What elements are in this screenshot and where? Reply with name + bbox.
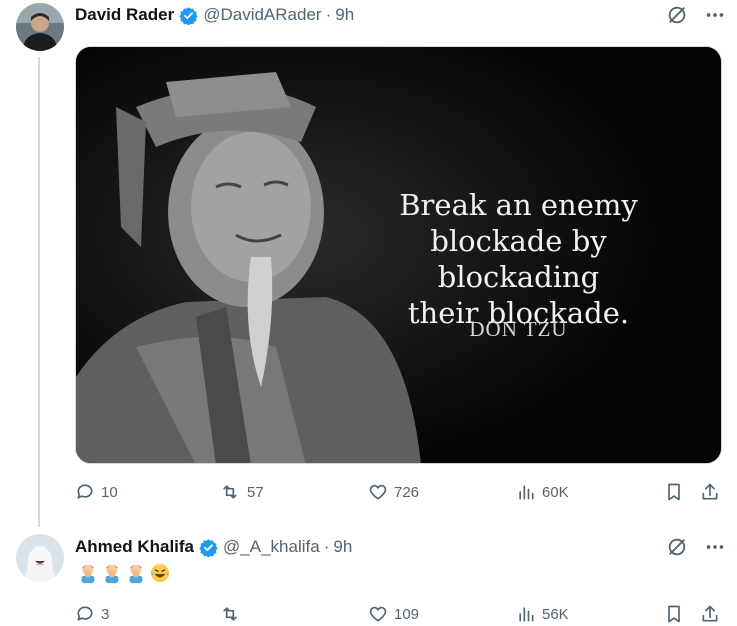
views-icon [519,607,534,622]
reply-button[interactable]: 3 [75,604,109,624]
more-icon[interactable] [704,4,726,26]
facepalm-emoji [129,564,143,584]
timestamp[interactable]: 9h [335,5,354,25]
avatar-ahmed-khalifa[interactable] [16,534,64,582]
like-button[interactable]: 109 [368,604,419,624]
tweet1-top-actions [650,4,726,26]
verified-badge-icon [179,6,198,25]
like-button[interactable]: 726 [368,482,419,502]
bookmark-icon [668,605,680,623]
quote-line: blockade by blockading [430,224,607,294]
facepalm-emoji [81,564,95,584]
verified-badge-icon [199,538,218,557]
repost-icon [223,607,237,621]
views-button[interactable]: 56K [516,604,569,624]
thread-connector-line [38,57,40,527]
tweet1-header: David Rader @DavidARader · 9h [75,3,354,27]
reply-icon [77,606,93,621]
reply-count: 10 [101,483,118,501]
author-name[interactable]: Ahmed Khalifa [75,537,194,557]
separator-dot: · [323,537,330,556]
view-count: 56K [542,605,569,623]
facepalm-emoji [105,564,119,584]
tweet1-meme-image[interactable]: Break an enemy blockade by blockading th… [75,46,722,464]
tweet2-top-actions [650,536,726,558]
quote-line: Break an enemy [399,188,638,222]
more-icon[interactable] [704,536,726,558]
tweet2-emoji-text [77,562,171,584]
view-count: 60K [542,483,569,501]
tweet1-action-bar: 10 57 726 60K [75,482,725,504]
bookmark-button[interactable] [664,604,690,624]
author-name[interactable]: David Rader [75,5,174,25]
views-icon [519,485,534,500]
bookmark-button[interactable] [664,482,690,502]
reply-button[interactable]: 10 [75,482,118,502]
share-icon [702,605,718,622]
like-count: 109 [394,605,420,623]
tweet2-header: Ahmed Khalifa @_A_khalifa · 9h [75,535,352,559]
timestamp[interactable]: 9h [333,537,352,557]
share-icon [702,483,718,500]
reply-icon [77,484,93,499]
repost-button[interactable] [219,604,247,624]
repost-button[interactable]: 57 [219,482,264,502]
views-button[interactable]: 60K [516,482,569,502]
grok-icon[interactable] [666,536,688,558]
repost-icon [223,485,237,499]
share-button[interactable] [700,604,726,624]
laughing-emoji [150,563,170,583]
author-handle[interactable]: @_A_khalifa [223,537,320,557]
reply-count: 3 [101,605,110,623]
avatar-david-rader[interactable] [16,3,64,51]
grok-icon[interactable] [666,4,688,26]
like-count: 726 [394,483,420,501]
bookmark-icon [668,483,680,501]
like-icon [369,606,387,622]
separator-dot: · [325,5,332,24]
tweet2-action-bar: 3 109 56K [75,604,725,626]
repost-count: 57 [247,483,264,501]
author-handle[interactable]: @DavidARader [203,5,321,25]
share-button[interactable] [700,482,726,502]
meme-attribution: DON TZU [469,317,568,341]
meme-quote: Break an enemy blockade by blockading th… [346,187,691,331]
like-icon [369,484,387,500]
